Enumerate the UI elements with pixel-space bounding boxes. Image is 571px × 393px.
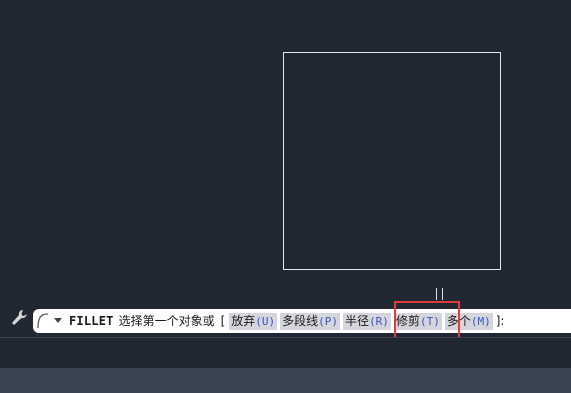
option-label: 放弃: [231, 313, 256, 328]
command-swirl-icon: [37, 313, 49, 329]
option-label: 半径: [345, 313, 370, 328]
command-name: FILLET: [69, 314, 114, 328]
option-key: (R): [369, 314, 389, 328]
option-label: 多段线: [282, 313, 319, 328]
option-key: (P): [318, 314, 339, 328]
rectangle-object[interactable]: [283, 52, 501, 270]
option-radius[interactable]: 半径 (R): [343, 312, 391, 330]
drawing-canvas[interactable]: [0, 0, 571, 304]
wrench-icon[interactable]: [10, 308, 28, 328]
command-line-input[interactable]: FILLET 选择第一个对象或 [ 放弃 (U) 多段线 (P) 半径 (R) 修剪(…: [33, 309, 571, 333]
option-key: (U): [255, 314, 276, 328]
status-bar: [0, 368, 571, 393]
option-polyline[interactable]: 多段线 (P): [280, 312, 341, 330]
command-history-area: [0, 337, 571, 369]
close-bracket: ]:: [495, 314, 505, 328]
trim-option-highlight: [394, 301, 460, 339]
option-undo[interactable]: 放弃 (U): [229, 312, 278, 330]
prompt-text: 选择第一个对象或: [118, 314, 215, 328]
caret-down-icon[interactable]: [54, 318, 62, 323]
open-bracket: [: [220, 314, 226, 328]
option-key: (M): [470, 314, 491, 328]
cursor-crosshair: [436, 288, 443, 300]
